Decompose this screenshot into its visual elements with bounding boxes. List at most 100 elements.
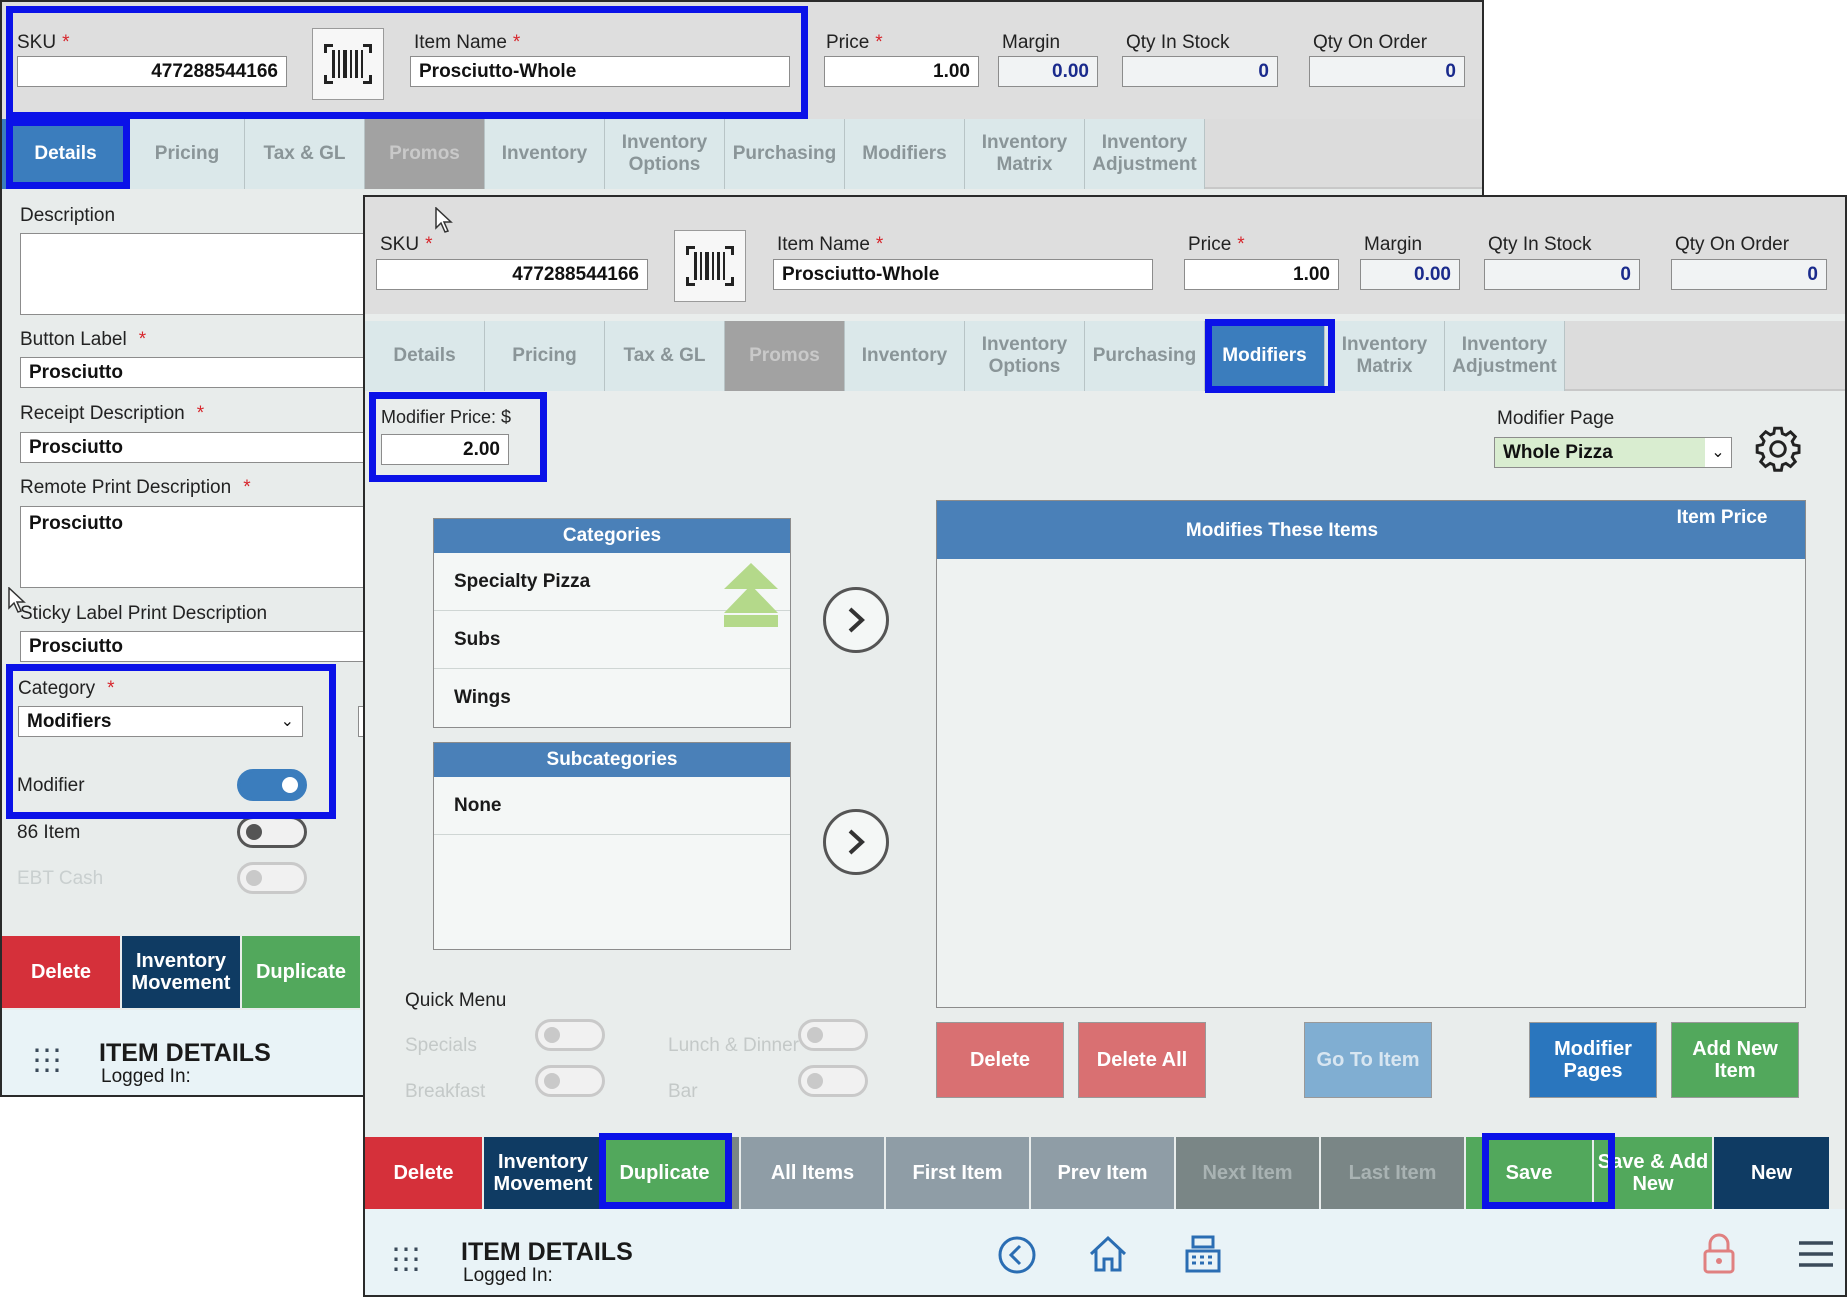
new-button[interactable]: New — [1714, 1137, 1829, 1209]
subcategory-item-none[interactable]: None — [434, 777, 790, 835]
front-barcode-scan-button[interactable] — [674, 230, 746, 302]
tab-modifiers[interactable]: Modifiers — [845, 119, 965, 189]
scroll-up-arrows-icon[interactable] — [724, 563, 778, 627]
page-title: ITEM DETAILS — [461, 1238, 633, 1266]
duplicate-button[interactable]: Duplicate — [242, 936, 362, 1008]
inventory-movement-button[interactable]: Inventory Movement — [122, 936, 242, 1008]
category-item-wings[interactable]: Wings — [434, 669, 790, 727]
app-grid-icon[interactable]: ⋯ ⋯ ⋯ — [32, 1036, 64, 1086]
price-input[interactable]: 1.00 — [824, 56, 979, 87]
ebt-cash-toggle — [237, 862, 307, 894]
tab-inventory-adjustment[interactable]: Inventory Adjustment — [1085, 119, 1205, 189]
button-label-input[interactable]: Prosciutto — [20, 357, 380, 388]
modifier-pages-button[interactable]: Modifier Pages — [1529, 1022, 1657, 1098]
item86-toggle[interactable] — [237, 816, 307, 848]
hamburger-menu-icon[interactable] — [1797, 1239, 1835, 1269]
tab-tax-gl[interactable]: Tax & GL — [245, 119, 365, 189]
home-icon[interactable] — [1087, 1233, 1129, 1275]
quick-menu-lunch-dinner-toggle[interactable] — [798, 1019, 868, 1051]
tab-inventory-options[interactable]: Inventory Options — [605, 119, 725, 189]
barcode-icon — [324, 44, 372, 84]
prev-item-button[interactable]: Prev Item — [1031, 1137, 1176, 1209]
tab-inventory-matrix[interactable]: Inventory Matrix — [1325, 321, 1445, 391]
front-price-input[interactable]: 1.00 — [1184, 259, 1339, 290]
quick-menu-label: Quick Menu — [405, 990, 507, 1011]
modifiers-window: SKU * 477288544166 Item Name * Prosciutto-… — [363, 195, 1847, 1297]
first-item-button[interactable]: First Item — [886, 1137, 1031, 1209]
front-sku-input[interactable]: 477288544166 — [376, 259, 648, 290]
logged-in-label: Logged In: — [101, 1066, 191, 1087]
price-label: Price * — [826, 32, 883, 53]
logged-in-label: Logged In: — [463, 1265, 553, 1286]
qty-on-order-value: 0 — [1309, 56, 1465, 87]
remote-print-description-label: Remote Print Description * — [20, 477, 251, 498]
tab-inventory-matrix[interactable]: Inventory Matrix — [965, 119, 1085, 189]
category-select[interactable]: Modifiers ⌄ — [18, 706, 303, 737]
inventory-movement-button[interactable]: Inventory Movement — [484, 1137, 604, 1209]
tab-details[interactable]: Details — [2, 119, 130, 189]
all-items-button[interactable]: All Items — [741, 1137, 886, 1209]
sticky-label-description-label: Sticky Label Print Description — [20, 603, 268, 624]
cash-register-icon[interactable] — [1183, 1233, 1223, 1275]
tab-modifiers[interactable]: Modifiers — [1205, 321, 1325, 391]
add-subcategory-arrow-button[interactable] — [823, 809, 889, 875]
front-footer: ⋯ ⋯ ⋯ ITEM DETAILS Logged In: — [365, 1209, 1845, 1295]
category-label: Category * — [18, 678, 115, 699]
duplicate-button[interactable]: Duplicate — [604, 1137, 727, 1209]
modifier-toggle-label: Modifier — [17, 775, 85, 796]
modifier-toggle[interactable] — [237, 769, 307, 801]
tab-inventory-adjustment[interactable]: Inventory Adjustment — [1445, 321, 1565, 391]
save-add-new-button[interactable]: Save & Add New — [1594, 1137, 1714, 1209]
go-to-item-button[interactable]: Go To Item — [1304, 1022, 1432, 1098]
quick-menu-breakfast-label: Breakfast — [405, 1081, 486, 1102]
add-category-arrow-button[interactable] — [823, 587, 889, 653]
front-price-label: Price * — [1188, 234, 1245, 255]
tab-inventory-options[interactable]: Inventory Options — [965, 321, 1085, 391]
margin-value: 0.00 — [998, 56, 1098, 87]
modifier-delete-all-button[interactable]: Delete All — [1078, 1022, 1206, 1098]
quick-menu-bar-toggle[interactable] — [798, 1065, 868, 1097]
delete-button[interactable]: Delete — [365, 1137, 484, 1209]
add-new-item-button[interactable]: Add New Item — [1671, 1022, 1799, 1098]
ebt-cash-toggle-label: EBT Cash — [17, 868, 104, 889]
modifier-price-input[interactable]: 2.00 — [381, 434, 509, 465]
back-arrow-icon[interactable] — [997, 1235, 1037, 1275]
remote-print-description-input[interactable]: Prosciutto — [20, 506, 380, 588]
tab-inventory[interactable]: Inventory — [845, 321, 965, 391]
tab-inventory[interactable]: Inventory — [485, 119, 605, 189]
modifier-price-label: Modifier Price: $ — [381, 407, 512, 427]
item-name-input[interactable]: Prosciutto-Whole — [410, 56, 790, 87]
front-item-name-input[interactable]: Prosciutto-Whole — [773, 259, 1153, 290]
delete-button[interactable]: Delete — [2, 936, 122, 1008]
page-title: ITEM DETAILS — [99, 1039, 271, 1067]
sticky-label-description-input[interactable]: Prosciutto — [20, 631, 380, 662]
quick-menu-specials-toggle[interactable] — [535, 1019, 605, 1051]
quick-menu-breakfast-toggle[interactable] — [535, 1065, 605, 1097]
modifier-page-select[interactable]: Whole Pizza ⌄ — [1494, 437, 1732, 468]
barcode-scan-button[interactable] — [312, 28, 384, 100]
front-tab-bar: Details Pricing Tax & GL Promos Inventor… — [365, 321, 1845, 391]
tab-details[interactable]: Details — [365, 321, 485, 391]
modifier-delete-button[interactable]: Delete — [936, 1022, 1064, 1098]
app-grid-icon[interactable]: ⋯ ⋯ ⋯ — [391, 1235, 423, 1285]
lock-icon[interactable] — [1701, 1231, 1737, 1275]
sku-input[interactable]: 477288544166 — [17, 56, 287, 87]
save-button[interactable]: Save — [1466, 1137, 1594, 1209]
gear-icon[interactable] — [1753, 424, 1803, 474]
barcode-icon — [686, 246, 734, 286]
tab-purchasing[interactable]: Purchasing — [725, 119, 845, 189]
subcategories-list: Subcategories None — [433, 742, 791, 950]
tab-purchasing[interactable]: Purchasing — [1085, 321, 1205, 391]
item-name-label: Item Name * — [414, 32, 521, 53]
categories-header: Categories — [434, 519, 790, 553]
back-tab-bar: Details Pricing Tax & GL Promos Inventor… — [2, 119, 1482, 189]
front-action-bar: Delete Inventory Movement Duplicate All … — [365, 1137, 1845, 1209]
tab-pricing[interactable]: Pricing — [130, 119, 245, 189]
mouse-cursor-icon — [435, 207, 453, 233]
tab-pricing[interactable]: Pricing — [485, 321, 605, 391]
front-qty-on-order-label: Qty On Order — [1675, 234, 1790, 255]
item-header: SKU * 477288544166 Item Name * Prosciutto-… — [2, 2, 1482, 119]
description-input[interactable] — [20, 233, 380, 315]
tab-tax-gl[interactable]: Tax & GL — [605, 321, 725, 391]
receipt-description-input[interactable]: Prosciutto — [20, 432, 380, 463]
